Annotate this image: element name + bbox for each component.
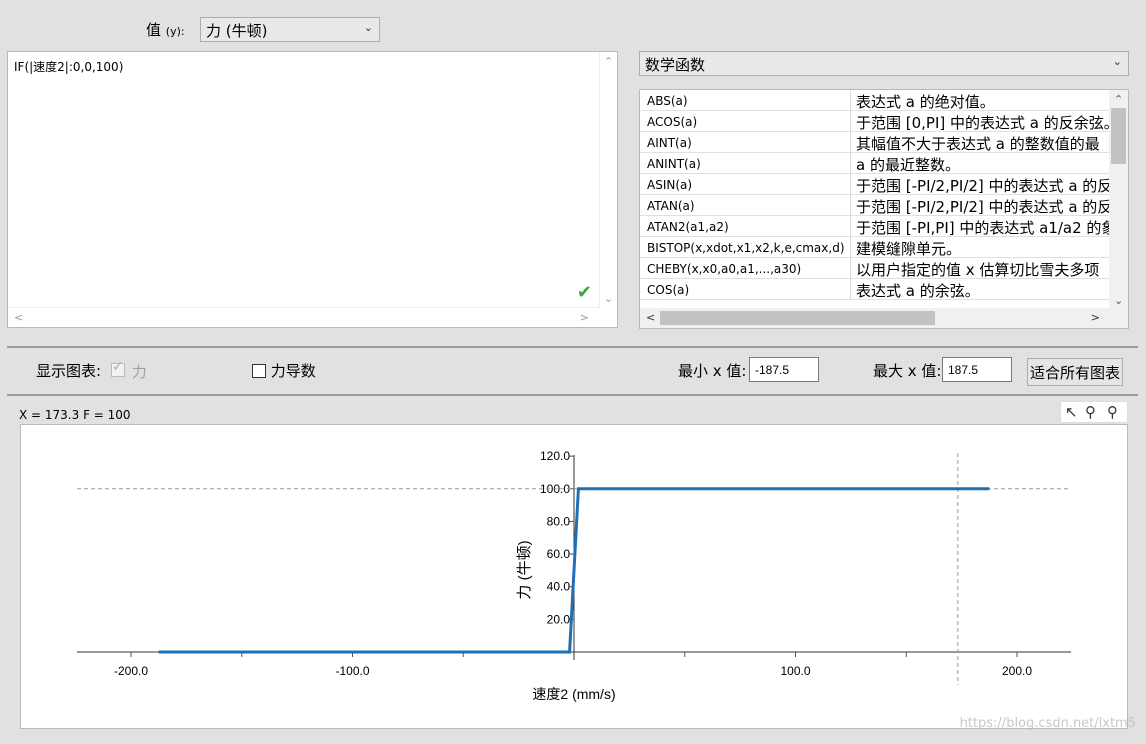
expression-vertical-scrollbar[interactable]: ⌃ ⌄ xyxy=(599,52,617,308)
column-divider xyxy=(850,216,851,236)
function-description: 其幅值不大于表达式 a 的整数值的最 xyxy=(856,135,1100,153)
valid-check-icon: ✔ xyxy=(576,282,592,303)
function-row[interactable]: ATAN2(a1,a2) 于范围 [-PI,PI] 中的表达式 a1/a2 的象限 xyxy=(640,216,1110,237)
function-description: 表达式 a 的余弦。 xyxy=(856,282,980,300)
column-divider xyxy=(850,258,851,278)
zoom-out-icon[interactable]: ⚲ xyxy=(1107,403,1118,421)
value-label: 值 (y): xyxy=(146,21,185,39)
y-axis-label: 力 (牛顿) xyxy=(516,540,533,599)
column-divider xyxy=(850,111,851,131)
function-row[interactable]: ASIN(a) 于范围 [-PI/2,PI/2] 中的表达式 a 的反正 xyxy=(640,174,1110,195)
watermark: https://blog.csdn.net/lxtm5 xyxy=(959,716,1136,731)
function-description: 表达式 a 的绝对值。 xyxy=(856,93,995,111)
function-name: ANINT(a) xyxy=(647,157,701,171)
expression-text: IF(|速度2|:0,0,100) xyxy=(14,60,124,74)
function-row[interactable]: ANINT(a) a 的最近整数。 xyxy=(640,153,1110,174)
checkmark-icon: ✓ xyxy=(112,359,124,375)
y-tick-label: 60.0 xyxy=(547,547,571,561)
chart-area[interactable]: -200.0 -100.0 100.0 200.0 20.0 40.0 60.0 80.0 10… xyxy=(20,424,1128,729)
value-select-text: 力 (牛顿) xyxy=(206,22,268,40)
function-description: 于范围 [0,PI] 中的表达式 a 的反余弦。 xyxy=(856,114,1110,132)
function-horizontal-scrollbar[interactable]: < > xyxy=(640,308,1128,328)
function-vertical-scrollbar[interactable]: ⌃ ⌄ xyxy=(1109,90,1128,310)
cursor-readout: X = 173.3 F = 100 xyxy=(19,408,131,422)
column-divider xyxy=(850,90,851,110)
value-select[interactable]: 力 (牛顿) ⌄ xyxy=(200,17,380,42)
scroll-right-icon[interactable]: > xyxy=(1091,311,1100,324)
chart-toolbar: ↖ ⚲ ⚲ xyxy=(1060,401,1128,423)
function-description: a 的最近整数。 xyxy=(856,156,960,174)
function-category-text: 数学函数 xyxy=(645,56,706,74)
function-description: 于范围 [-PI/2,PI/2] 中的表达式 a 的反正 xyxy=(856,198,1110,216)
scroll-up-icon[interactable]: ⌃ xyxy=(604,55,613,68)
scrollbar-thumb[interactable] xyxy=(660,311,935,325)
function-name: ABS(a) xyxy=(647,94,688,108)
column-divider xyxy=(850,237,851,257)
column-divider xyxy=(850,195,851,215)
function-name: ATAN2(a1,a2) xyxy=(647,220,729,234)
divider xyxy=(7,346,1138,348)
function-row[interactable]: ABS(a) 表达式 a 的绝对值。 xyxy=(640,90,1110,111)
scrollbar-thumb[interactable] xyxy=(1111,108,1126,164)
fit-all-charts-button[interactable]: 适合所有图表 xyxy=(1027,358,1123,386)
function-row[interactable]: CHEBY(x,x0,a0,a1,...,a30) 以用户指定的值 x 估算切比雪… xyxy=(640,258,1110,279)
max-x-label: 最大 x 值: xyxy=(873,362,942,380)
x-tick-label: -100.0 xyxy=(335,664,369,678)
expression-horizontal-scrollbar[interactable]: < > xyxy=(8,307,599,327)
column-divider xyxy=(850,132,851,152)
function-row[interactable]: ATAN(a) 于范围 [-PI/2,PI/2] 中的表达式 a 的反正 xyxy=(640,195,1110,216)
function-name: COS(a) xyxy=(647,283,690,297)
scroll-down-icon[interactable]: ⌄ xyxy=(1114,294,1123,307)
force-derivative-checkbox[interactable]: 力导数 xyxy=(252,360,316,381)
min-x-input[interactable] xyxy=(749,357,819,382)
expression-editor[interactable]: IF(|速度2|:0,0,100) ⌃ ⌄ < > ✔ xyxy=(7,51,618,328)
chevron-down-icon: ⌄ xyxy=(1112,55,1122,68)
min-x-label: 最小 x 值: xyxy=(678,362,747,380)
show-force-checkbox: ✓ 力 xyxy=(111,359,147,382)
max-x-input[interactable] xyxy=(942,357,1012,382)
function-row[interactable]: AINT(a) 其幅值不大于表达式 a 的整数值的最 xyxy=(640,132,1110,153)
chevron-down-icon: ⌄ xyxy=(363,21,373,34)
x-tick-label: 200.0 xyxy=(1002,664,1032,678)
pointer-icon[interactable]: ↖ xyxy=(1065,403,1078,421)
function-name: ATAN(a) xyxy=(647,199,695,213)
column-divider xyxy=(850,174,851,194)
y-tick-label: 40.0 xyxy=(547,580,571,594)
scroll-left-icon[interactable]: < xyxy=(14,311,23,324)
function-row[interactable]: ACOS(a) 于范围 [0,PI] 中的表达式 a 的反余弦。 xyxy=(640,111,1110,132)
function-category-select[interactable]: 数学函数 ⌄ xyxy=(639,51,1129,76)
y-tick-label: 20.0 xyxy=(547,612,571,626)
y-tick-label: 120.0 xyxy=(540,449,570,463)
checkbox[interactable] xyxy=(252,364,266,378)
scroll-down-icon[interactable]: ⌄ xyxy=(604,292,613,305)
column-divider xyxy=(850,279,851,299)
x-tick-label: 100.0 xyxy=(780,664,810,678)
function-row[interactable]: BISTOP(x,xdot,x1,x2,k,e,cmax,d) 建模缝隙单元。 xyxy=(640,237,1110,258)
function-description: 于范围 [-PI/2,PI/2] 中的表达式 a 的反正 xyxy=(856,177,1110,195)
function-table: ABS(a) 表达式 a 的绝对值。 ACOS(a) 于范围 [0,PI] 中的表达式… xyxy=(639,89,1129,329)
scroll-up-icon[interactable]: ⌃ xyxy=(1114,93,1123,106)
function-row[interactable]: COS(a) 表达式 a 的余弦。 xyxy=(640,279,1110,300)
zoom-in-icon[interactable]: ⚲ xyxy=(1085,403,1096,421)
function-name: AINT(a) xyxy=(647,136,692,150)
y-tick-label: 80.0 xyxy=(547,514,571,528)
divider xyxy=(7,394,1138,396)
function-name: ACOS(a) xyxy=(647,115,698,129)
show-force-label: 力 xyxy=(131,363,147,381)
scroll-right-icon[interactable]: > xyxy=(580,311,589,324)
x-tick-label: -200.0 xyxy=(114,664,148,678)
force-chart: -200.0 -100.0 100.0 200.020.040.060.080.010… xyxy=(77,449,1071,702)
function-description: 建模缝隙单元。 xyxy=(856,240,962,258)
function-name: ASIN(a) xyxy=(647,178,693,192)
scroll-left-icon[interactable]: < xyxy=(646,311,655,324)
function-name: BISTOP(x,xdot,x1,x2,k,e,cmax,d) xyxy=(647,241,845,255)
function-description: 以用户指定的值 x 估算切比雪夫多项 xyxy=(856,261,1100,279)
show-chart-label: 显示图表: xyxy=(36,362,102,380)
column-divider xyxy=(850,153,851,173)
force-derivative-label: 力导数 xyxy=(270,362,316,380)
function-name: CHEBY(x,x0,a0,a1,...,a30) xyxy=(647,262,802,276)
function-description: 于范围 [-PI,PI] 中的表达式 a1/a2 的象限 xyxy=(856,219,1110,237)
x-axis-label: 速度2 (mm/s) xyxy=(532,686,615,702)
